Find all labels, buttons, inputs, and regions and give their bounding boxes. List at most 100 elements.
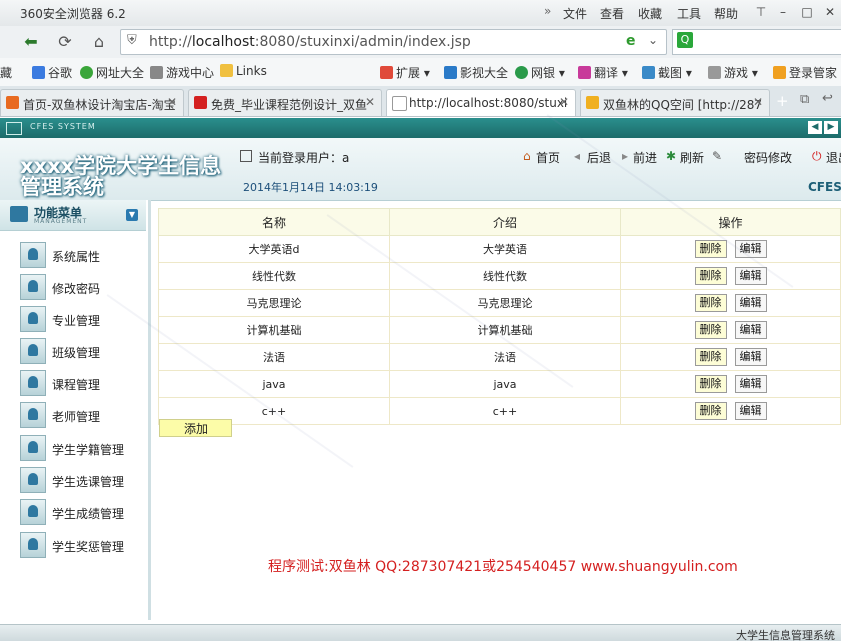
user-card-icon <box>20 370 46 396</box>
bookmark-item[interactable]: 截图 ▾ <box>642 64 692 81</box>
sidebar-item-system-properties[interactable]: 系统属性 <box>20 242 140 268</box>
bookmark-item[interactable]: 网银 ▾ <box>515 64 565 81</box>
undo-close-icon[interactable]: ↩ <box>822 91 833 106</box>
nav-logout[interactable]: 退出 <box>826 149 841 166</box>
menu-favorites[interactable]: 收藏 <box>638 5 662 22</box>
sidebar-item-course-selection[interactable]: 学生选课管理 <box>20 467 140 493</box>
browser-title: 360安全浏览器 6.2 <box>20 7 126 21</box>
tab-qzone[interactable]: 双鱼林的QQ空间 [http://287 ✕ <box>580 89 770 116</box>
tab-close-icon[interactable]: ✕ <box>753 95 763 109</box>
scroll-left-icon[interactable]: ◀ <box>808 121 822 134</box>
menu-view[interactable]: 查看 <box>600 5 624 22</box>
sidebar-item-student-status[interactable]: 学生学籍管理 <box>20 435 140 461</box>
close-icon[interactable]: ✕ <box>819 2 841 22</box>
sidebar-item-course[interactable]: 课程管理 <box>20 370 140 396</box>
bookmark-item[interactable]: 登录管家 <box>773 64 837 81</box>
sidebar-item-major[interactable]: 专业管理 <box>20 306 140 332</box>
delete-button[interactable]: 删除 <box>694 267 727 285</box>
bookmark-item[interactable]: 谷歌 <box>32 64 72 81</box>
chevron-right-icon[interactable]: » <box>544 4 551 18</box>
table-row: 大学英语d 大学英语 删除 编辑 <box>158 235 841 263</box>
menu-tools[interactable]: 工具 <box>677 5 701 22</box>
home-icon[interactable]: ⌂ <box>86 30 112 54</box>
edit-button[interactable]: 编辑 <box>734 402 767 420</box>
delete-button[interactable]: 删除 <box>694 240 727 258</box>
nav-refresh[interactable]: 刷新 <box>680 149 704 166</box>
address-bar[interactable]: ⛨ http://localhost:8080/stuxinxi/admin/i… <box>120 29 667 55</box>
maximize-icon[interactable]: □ <box>796 2 818 22</box>
tab-close-icon[interactable]: ✕ <box>559 95 569 109</box>
delete-button[interactable]: 删除 <box>694 294 727 312</box>
tab-free-course[interactable]: 免费_毕业课程范例设计_双鱼 ✕ <box>188 89 382 116</box>
delete-button[interactable]: 删除 <box>694 348 727 366</box>
cell-actions: 删除 编辑 <box>620 289 841 317</box>
sidebar-item-grades[interactable]: 学生成绩管理 <box>20 499 140 525</box>
status-bar: 大学生信息管理系统 <box>0 624 841 642</box>
window-icon <box>6 122 22 135</box>
new-tab-icon[interactable]: + <box>776 92 789 110</box>
app-topbar: CFES SYSTEM ◀ ▶ <box>0 118 841 138</box>
edit-button[interactable]: 编辑 <box>734 294 767 312</box>
menu-icon <box>10 206 28 222</box>
tab-list-icon[interactable]: ⧉ <box>800 92 809 107</box>
bookmark-item[interactable]: 扩展 ▾ <box>380 64 430 81</box>
tab-close-icon[interactable]: ✕ <box>365 95 375 109</box>
sidebar-item-change-password[interactable]: 修改密码 <box>20 274 140 300</box>
search-input[interactable]: Q <box>672 29 841 55</box>
status-text: 大学生信息管理系统 <box>736 629 835 642</box>
bookmark-item[interactable]: 翻译 ▾ <box>578 64 628 81</box>
minimize-icon[interactable]: – <box>772 2 794 22</box>
sidebar-item-class[interactable]: 班级管理 <box>20 338 140 364</box>
tab-localhost[interactable]: http://localhost:8080/stuxi ✕ <box>386 89 576 116</box>
sidebar-item-rewards[interactable]: 学生奖惩管理 <box>20 532 140 558</box>
bookmark-item[interactable]: 影视大全 <box>444 64 508 81</box>
tab-close-icon[interactable]: ✕ <box>167 95 177 109</box>
col-name-header: 名称 <box>158 208 390 236</box>
cell-actions: 删除 编辑 <box>620 316 841 344</box>
sidebar-subtitle: MANAGEMENT <box>34 218 88 225</box>
nav-home[interactable]: 首页 <box>536 149 560 166</box>
delete-button[interactable]: 删除 <box>694 402 727 420</box>
current-user: 当前登录用户：a <box>258 151 350 165</box>
bookmark-item[interactable]: 游戏 ▾ <box>708 64 758 81</box>
edit-button[interactable]: 编辑 <box>734 240 767 258</box>
edit-button[interactable]: 编辑 <box>734 375 767 393</box>
collapse-icon[interactable]: ▼ <box>126 209 138 221</box>
edit-button[interactable]: 编辑 <box>734 348 767 366</box>
bookmark-item[interactable]: Links <box>220 64 267 78</box>
sidebar-item-teacher[interactable]: 老师管理 <box>20 402 140 428</box>
nav-back[interactable]: 后退 <box>587 149 611 166</box>
cell-name: 大学英语d <box>158 235 390 263</box>
delete-button[interactable]: 删除 <box>694 321 727 339</box>
tab-taobao[interactable]: 首页-双鱼林设计淘宝店-淘宝 ✕ <box>0 89 184 116</box>
nav-forward[interactable]: 前进 <box>633 149 657 166</box>
ie-mode-icon[interactable]: e <box>626 33 636 49</box>
user-card-icon <box>20 242 46 268</box>
sidebar-header: 功能菜单 MANAGEMENT ▼ <box>0 200 146 231</box>
menu-file[interactable]: 文件 <box>563 5 587 22</box>
home-nav-icon: ⌂ <box>523 149 531 163</box>
edit-button[interactable]: 编辑 <box>734 267 767 285</box>
chevron-down-icon[interactable]: ⌄ <box>648 33 658 47</box>
table-row: 马克思理论 马克思理论 删除 编辑 <box>158 289 841 317</box>
bookmark-item[interactable]: 游戏中心 <box>150 64 214 81</box>
bookmark-item[interactable]: 网址大全 <box>80 64 144 81</box>
brand-label: CFES <box>808 180 841 194</box>
bookmark-item[interactable]: 藏 <box>0 64 12 81</box>
nav-change-password[interactable]: 密码修改 <box>744 149 792 166</box>
cell-actions: 删除 编辑 <box>620 397 841 425</box>
pin-icon[interactable]: ⊤ <box>750 2 772 22</box>
tab-strip: 首页-双鱼林设计淘宝店-淘宝 ✕ 免费_毕业课程范例设计_双鱼 ✕ http:/… <box>0 86 841 117</box>
search-icon[interactable]: Q <box>677 32 693 48</box>
menu-help[interactable]: 帮助 <box>714 5 738 22</box>
refresh-icon[interactable]: ⟳ <box>52 30 78 54</box>
edit-button[interactable]: 编辑 <box>734 321 767 339</box>
cell-name: java <box>158 370 390 398</box>
datetime: 2014年1月14日 14:03:19 <box>243 181 378 194</box>
delete-button[interactable]: 删除 <box>694 375 727 393</box>
scroll-right-icon[interactable]: ▶ <box>824 121 838 134</box>
cell-intro: java <box>389 370 621 398</box>
back-icon[interactable]: ⬅ <box>18 30 44 54</box>
add-button[interactable]: 添加 <box>159 419 232 437</box>
shield-icon: ⛨ <box>127 33 137 48</box>
